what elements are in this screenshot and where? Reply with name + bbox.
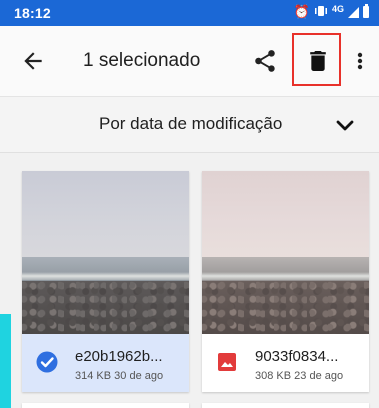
more-options-button[interactable] <box>350 48 370 74</box>
status-time: 18:12 <box>14 5 51 21</box>
network-type: 4G <box>331 4 344 14</box>
file-meta: 308 KB 23 de ago <box>255 370 343 382</box>
file-card[interactable]: 9033f0834... 308 KB 23 de ago <box>202 171 369 392</box>
file-thumbnail <box>22 171 189 334</box>
vibrate-icon <box>314 5 328 20</box>
share-icon <box>255 50 275 72</box>
status-icons: ⏰ 4G <box>294 4 369 20</box>
more-vert-icon <box>357 52 363 70</box>
chevron-down-icon[interactable] <box>333 114 357 138</box>
alarm-icon: ⏰ <box>293 4 310 19</box>
signal-icon <box>348 6 359 18</box>
file-info: 9033f0834... 308 KB 23 de ago <box>202 334 369 392</box>
edge-accent <box>0 314 11 408</box>
delete-button[interactable] <box>292 33 341 86</box>
battery-icon <box>363 4 369 18</box>
file-name: 9033f0834... <box>255 348 339 365</box>
file-date: 23 de ago <box>294 370 344 382</box>
sort-selector[interactable]: Por data de modificação <box>0 97 379 153</box>
status-bar: 18:12 ⏰ 4G <box>0 0 379 26</box>
file-card-partial[interactable] <box>202 403 369 408</box>
share-button[interactable] <box>252 48 278 74</box>
file-card-selected[interactable]: e20b1962b... 314 KB 30 de ago <box>22 171 189 392</box>
file-size: 308 KB <box>255 370 292 382</box>
back-button[interactable] <box>20 48 46 74</box>
sort-label: Por data de modificação <box>99 114 283 133</box>
file-date: 30 de ago <box>114 370 164 382</box>
file-meta: 314 KB 30 de ago <box>75 370 163 382</box>
back-arrow-icon <box>24 52 42 70</box>
file-name: e20b1962b... <box>75 348 163 365</box>
delete-icon <box>310 51 326 71</box>
file-size: 314 KB <box>75 370 112 382</box>
page-title: 1 selecionado <box>83 50 201 71</box>
image-file-icon <box>216 351 238 373</box>
file-card-partial[interactable] <box>22 403 189 408</box>
file-info: e20b1962b... 314 KB 30 de ago <box>22 334 189 392</box>
file-thumbnail <box>202 171 369 334</box>
app-bar: 1 selecionado <box>0 26 379 97</box>
check-circle-icon <box>36 351 58 373</box>
screen: 18:12 ⏰ 4G 1 selecionado Por data de mod… <box>0 0 379 408</box>
